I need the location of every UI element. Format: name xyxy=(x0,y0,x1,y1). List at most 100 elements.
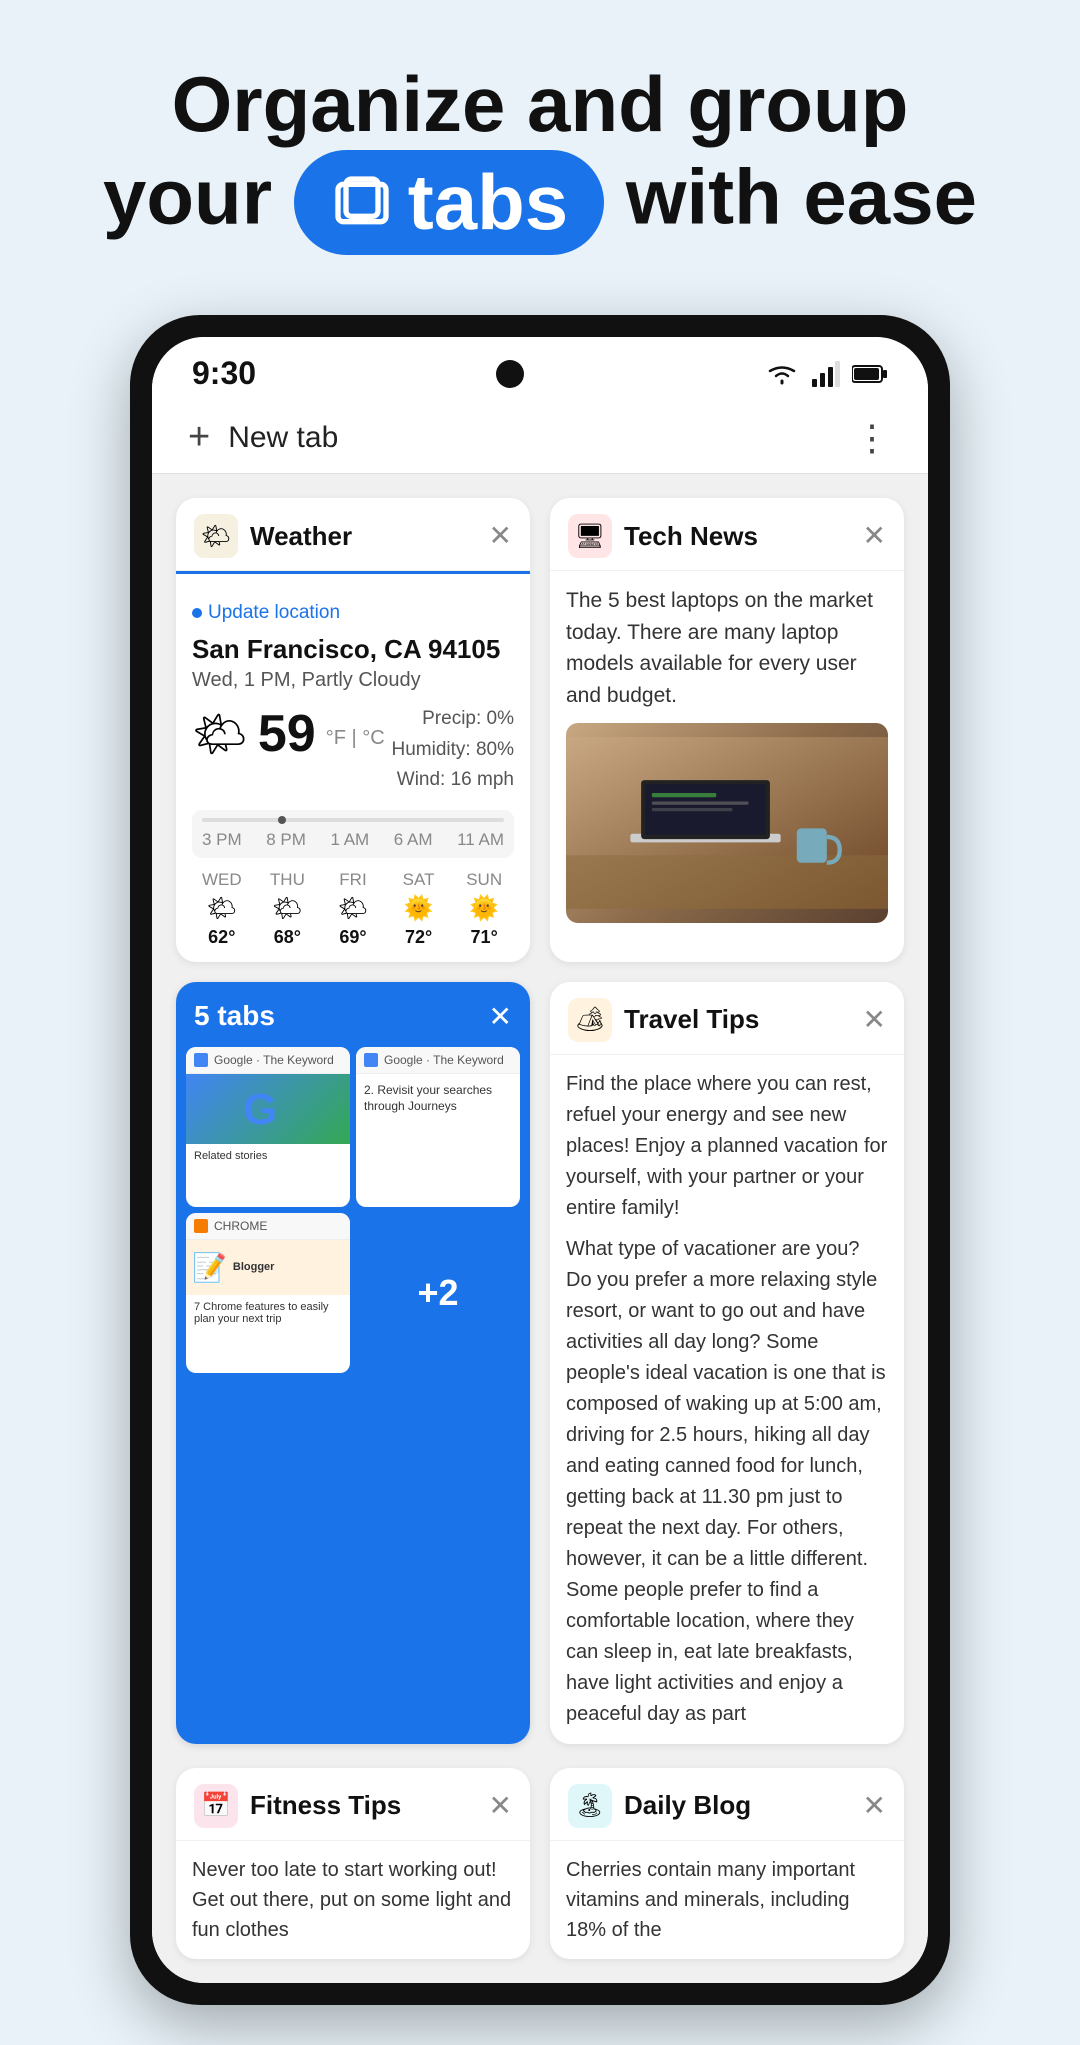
chrome-tab-bar: + New tab ⋮ xyxy=(152,402,928,474)
tab-grid: 🌤 Weather ✕ Update location San Francisc… xyxy=(152,474,928,1767)
travel-tips-card-header: 🏕 Travel Tips ✕ xyxy=(550,982,904,1055)
svg-text:G: G xyxy=(243,1085,277,1134)
laptop-illustration xyxy=(566,723,888,923)
tech-news-card-body: The 5 best laptops on the market today. … xyxy=(550,571,904,937)
mini-tab-2[interactable]: Google · The Keyword 2. Revisit your sea… xyxy=(356,1047,520,1207)
fitness-tips-text: Never too late to start working out! Get… xyxy=(192,1855,514,1945)
phone-frame: 9:30 xyxy=(130,315,950,2004)
status-icons xyxy=(764,361,888,387)
forecast-thu: THU 🌤 68° xyxy=(258,870,318,948)
weather-location: San Francisco, CA 94105 xyxy=(192,634,514,665)
mini-tab-1-url: Google · The Keyword xyxy=(214,1053,334,1067)
tech-news-close-button[interactable]: ✕ xyxy=(863,522,886,550)
hero-line2-post: with ease xyxy=(626,152,977,240)
tech-news-icon: 🖥 xyxy=(568,514,612,558)
more-options-button[interactable]: ⋮ xyxy=(854,417,892,459)
tabs-badge-icon xyxy=(330,171,394,235)
mini-tab-plus2[interactable]: +2 xyxy=(356,1213,520,1373)
mini-tab-2-content: 2. Revisit your searches through Journey… xyxy=(356,1074,520,1124)
hero-line2-pre: your xyxy=(103,152,272,240)
tech-news-card-header: 🖥 Tech News ✕ xyxy=(550,498,904,571)
timeline-bar xyxy=(202,818,504,822)
hero-section: Organize and group your tabs with ease xyxy=(0,0,1080,295)
tabs-group-header: 5 tabs ✕ xyxy=(176,982,530,1047)
mini-tab-2-url: Google · The Keyword xyxy=(384,1053,504,1067)
daily-blog-close-button[interactable]: ✕ xyxy=(863,1789,886,1822)
weather-title: Weather xyxy=(250,521,477,552)
mini-tab-1-header: Google · The Keyword xyxy=(186,1047,350,1074)
weather-timeline: 3 PM 8 PM 1 AM 6 AM 11 AM xyxy=(192,810,514,858)
new-tab-plus-button[interactable]: + xyxy=(188,416,210,459)
tabs-group-grid: Google · The Keyword G Related stories xyxy=(176,1047,530,1383)
battery-icon xyxy=(852,364,888,384)
travel-text-p1: Find the place where you can rest, refue… xyxy=(566,1069,888,1224)
signal-icon xyxy=(812,361,840,387)
new-tab-label: New tab xyxy=(228,421,338,455)
tech-news-card[interactable]: 🖥 Tech News ✕ The 5 best laptops on the … xyxy=(550,498,904,961)
travel-tips-card[interactable]: 🏕 Travel Tips ✕ Find the place where you… xyxy=(550,982,904,1744)
mini-tab-1-favicon xyxy=(194,1053,208,1067)
tech-news-image xyxy=(566,723,888,923)
mini-tab-2-header: Google · The Keyword xyxy=(356,1047,520,1074)
tabs-group-title: 5 tabs xyxy=(194,1000,275,1032)
mini-tab-3-content: 7 Chrome features to easily plan your ne… xyxy=(186,1295,350,1331)
weather-card-header: 🌤 Weather ✕ xyxy=(176,498,530,571)
mini-tab-3[interactable]: CHROME 📝 Blogger 7 Chrome features to ea… xyxy=(186,1213,350,1373)
mini-tab-3-favicon xyxy=(194,1219,208,1233)
mini-tab-3-image: 📝 Blogger xyxy=(186,1240,350,1295)
travel-tips-icon: 🏕 xyxy=(568,998,612,1042)
weather-underline xyxy=(176,571,530,574)
tabs-badge-text: tabs xyxy=(408,158,568,248)
weather-temp-left: 🌤 59 °F | °C xyxy=(192,704,385,764)
weather-temp-row: 🌤 59 °F | °C Precip: 0% Humidity: 80% Wi… xyxy=(192,704,514,795)
fitness-tips-card[interactable]: 📅 Fitness Tips ✕ Never too late to start… xyxy=(176,1768,530,1959)
weather-dot-icon xyxy=(192,608,202,618)
weather-close-button[interactable]: ✕ xyxy=(489,522,512,550)
daily-blog-title: Daily Blog xyxy=(624,1790,851,1821)
weather-update-location[interactable]: Update location xyxy=(192,602,514,624)
timeline-times: 3 PM 8 PM 1 AM 6 AM 11 AM xyxy=(202,830,504,850)
status-bar: 9:30 xyxy=(152,337,928,402)
weather-temp-value: 59 xyxy=(258,704,316,764)
mini-tab-2-favicon xyxy=(364,1053,378,1067)
daily-blog-icon: 🏝 xyxy=(568,1784,612,1828)
mini-tab-3-url: CHROME xyxy=(214,1219,267,1233)
weather-temp-icon: 🌤 xyxy=(192,708,248,760)
weather-details: Precip: 0% Humidity: 80% Wind: 16 mph xyxy=(392,704,515,795)
mini-tab-1-image: G xyxy=(186,1074,350,1144)
fitness-tips-body: Never too late to start working out! Get… xyxy=(176,1841,530,1959)
phone-mockup: 9:30 xyxy=(0,295,1080,2044)
travel-text-p2: What type of vacationer are you? Do you … xyxy=(566,1234,888,1730)
new-tab-group: + New tab xyxy=(188,416,338,459)
weather-forecast: WED 🌤 62° THU 🌤 68° FRI 🌤 xyxy=(192,870,514,948)
weather-icon: 🌤 xyxy=(194,514,238,558)
forecast-sat: SAT 🌞 72° xyxy=(389,870,449,948)
forecast-wed: WED 🌤 62° xyxy=(192,870,252,948)
fitness-tips-icon: 📅 xyxy=(194,1784,238,1828)
tabs-group-card[interactable]: 5 tabs ✕ Google · The Keyword xyxy=(176,982,530,1744)
weather-unit: °F | °C xyxy=(326,727,385,750)
weather-update-label: Update location xyxy=(208,602,340,624)
status-time: 9:30 xyxy=(192,355,256,392)
daily-blog-text: Cherries contain many important vitamins… xyxy=(566,1855,888,1945)
daily-blog-card[interactable]: 🏝 Daily Blog ✕ Cherries contain many imp… xyxy=(550,1768,904,1959)
daily-blog-body: Cherries contain many important vitamins… xyxy=(550,1841,904,1959)
travel-tips-close-button[interactable]: ✕ xyxy=(863,1006,886,1034)
travel-tips-text: Find the place where you can rest, refue… xyxy=(566,1069,888,1730)
tabs-badge: tabs xyxy=(294,150,604,256)
camera-notch xyxy=(496,360,524,388)
fitness-tips-header: 📅 Fitness Tips ✕ xyxy=(176,1768,530,1841)
weather-card[interactable]: 🌤 Weather ✕ Update location San Francisc… xyxy=(176,498,530,961)
weather-date: Wed, 1 PM, Partly Cloudy xyxy=(192,669,514,692)
tech-news-text: The 5 best laptops on the market today. … xyxy=(566,585,888,711)
phone-screen: 9:30 xyxy=(152,337,928,1982)
forecast-fri: FRI 🌤 69° xyxy=(323,870,383,948)
tabs-group-close-button[interactable]: ✕ xyxy=(489,1000,512,1033)
wifi-icon xyxy=(764,361,800,387)
fitness-tips-close-button[interactable]: ✕ xyxy=(489,1789,512,1822)
forecast-sun: SUN 🌞 71° xyxy=(454,870,514,948)
travel-tips-card-body: Find the place where you can rest, refue… xyxy=(550,1055,904,1744)
mini-tab-1[interactable]: Google · The Keyword G Related stories xyxy=(186,1047,350,1207)
daily-blog-header: 🏝 Daily Blog ✕ xyxy=(550,1768,904,1841)
hero-line1: Organize and group xyxy=(172,60,909,148)
